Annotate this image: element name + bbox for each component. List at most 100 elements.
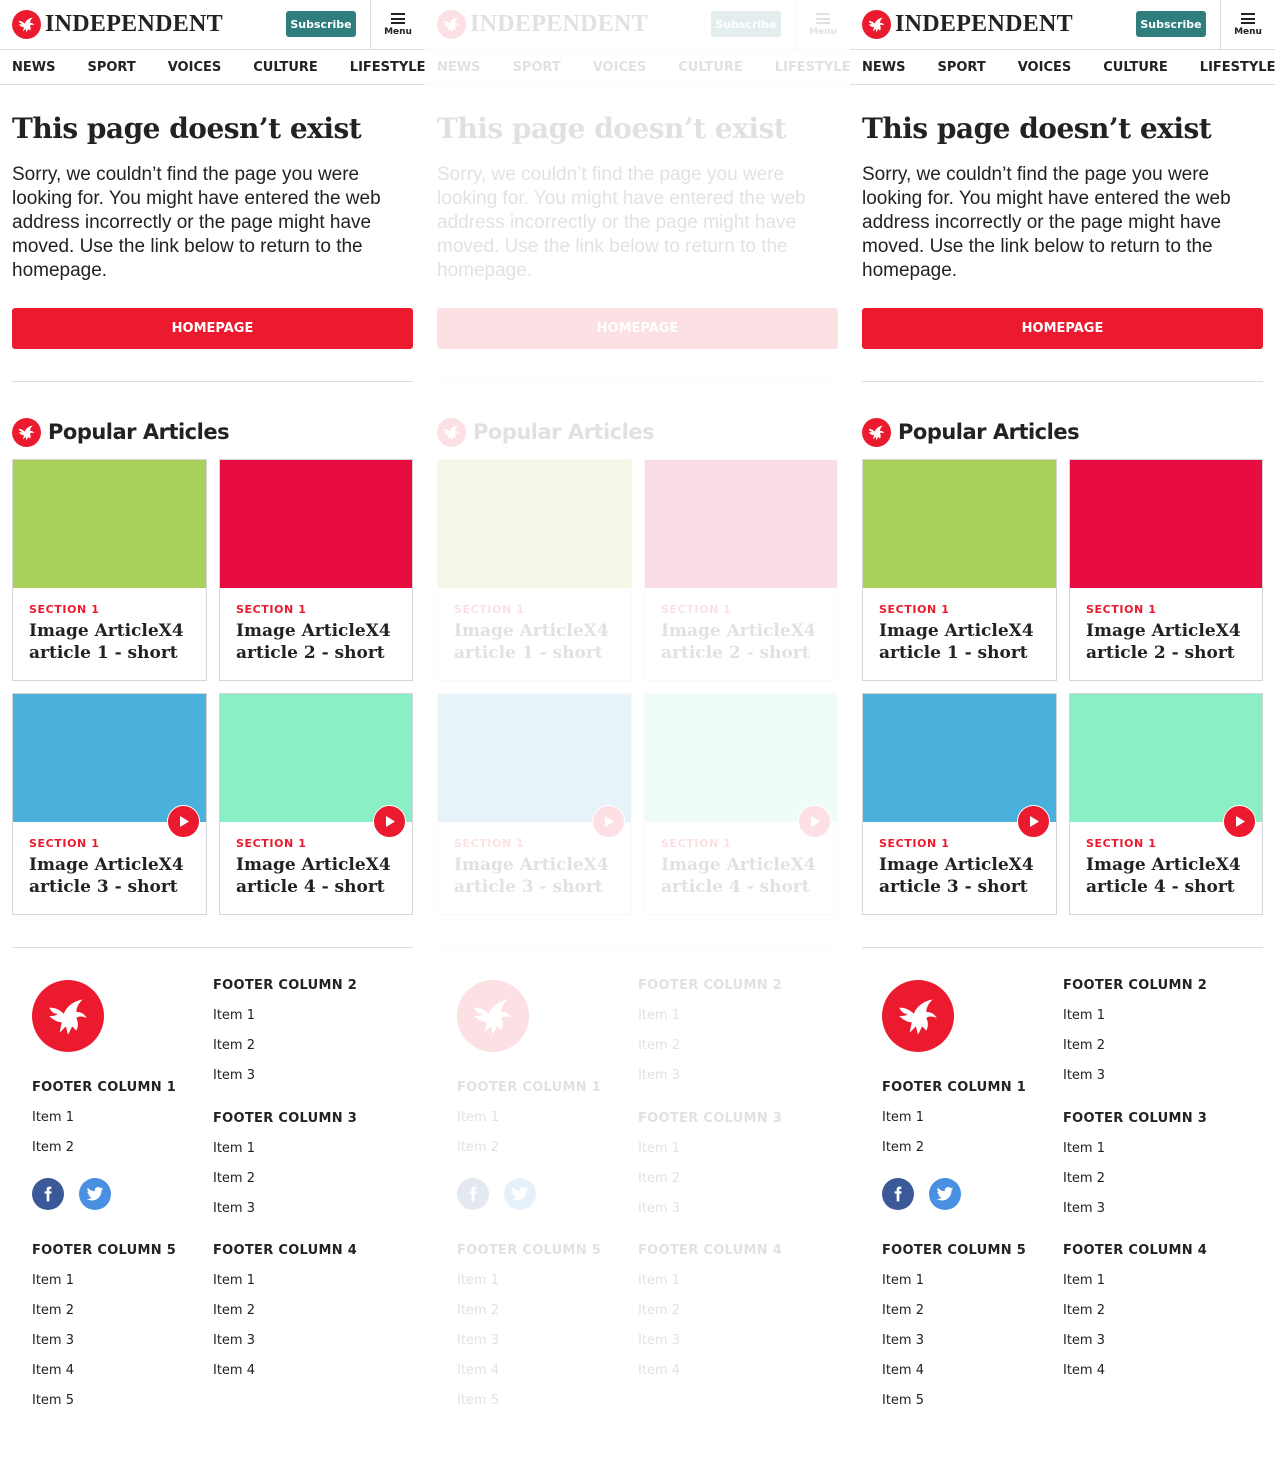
article-title[interactable]: Image ArticleX4 article 4 - short — [1086, 854, 1250, 898]
footer-link[interactable]: Item 2 — [1063, 1038, 1207, 1068]
nav-item-news[interactable]: NEWS — [437, 60, 480, 75]
play-icon[interactable] — [167, 805, 200, 838]
article-section[interactable]: SECTION 1 — [661, 603, 732, 616]
footer-link[interactable]: Item 5 — [32, 1393, 176, 1423]
article-section[interactable]: SECTION 1 — [1086, 837, 1157, 850]
menu-button[interactable]: Menu — [370, 0, 425, 50]
article-title[interactable]: Image ArticleX4 article 4 - short — [661, 854, 825, 898]
facebook-icon[interactable] — [32, 1178, 64, 1210]
footer-link[interactable]: Item 2 — [638, 1303, 782, 1333]
subscribe-button[interactable]: Subscribe — [711, 11, 781, 37]
footer-link[interactable]: Item 3 — [213, 1333, 357, 1363]
footer-link[interactable]: Item 2 — [1063, 1171, 1207, 1201]
footer-link[interactable]: Item 1 — [457, 1110, 601, 1140]
play-icon[interactable] — [373, 805, 406, 838]
footer-link[interactable]: Item 2 — [213, 1303, 357, 1333]
footer-link[interactable]: Item 1 — [213, 1008, 357, 1038]
site-logo[interactable]: INDEPENDENT — [12, 10, 223, 39]
footer-link[interactable]: Item 3 — [638, 1333, 782, 1363]
article-section[interactable]: SECTION 1 — [454, 603, 525, 616]
footer-eagle-logo-icon[interactable] — [457, 980, 529, 1052]
footer-link[interactable]: Item 1 — [638, 1141, 782, 1171]
article-card[interactable]: SECTION 1 Image ArticleX4 article 1 - sho… — [437, 459, 632, 681]
footer-link[interactable]: Item 4 — [1063, 1363, 1207, 1393]
subscribe-button[interactable]: Subscribe — [286, 11, 356, 37]
nav-item-culture[interactable]: CULTURE — [678, 60, 743, 75]
article-title[interactable]: Image ArticleX4 article 1 - short — [29, 620, 194, 664]
article-title[interactable]: Image ArticleX4 article 1 - short — [879, 620, 1044, 664]
footer-link[interactable]: Item 1 — [882, 1273, 1026, 1303]
play-icon[interactable] — [798, 805, 831, 838]
footer-link[interactable]: Item 3 — [638, 1068, 782, 1098]
article-image[interactable] — [438, 694, 631, 838]
nav-item-culture[interactable]: CULTURE — [253, 60, 318, 75]
footer-link[interactable]: Item 1 — [638, 1273, 782, 1303]
article-card[interactable]: SECTION 1 Image ArticleX4 article 2 - sho… — [219, 459, 413, 681]
article-section[interactable]: SECTION 1 — [29, 603, 100, 616]
article-card[interactable]: SECTION 1 Image ArticleX4 article 3 - sho… — [12, 693, 207, 915]
footer-link[interactable]: Item 1 — [32, 1273, 176, 1303]
footer-link[interactable]: Item 1 — [213, 1273, 357, 1303]
footer-link[interactable]: Item 3 — [32, 1333, 176, 1363]
article-image[interactable] — [220, 694, 412, 838]
footer-link[interactable]: Item 2 — [1063, 1303, 1207, 1333]
article-card[interactable]: SECTION 1 Image ArticleX4 article 2 - sho… — [1069, 459, 1263, 681]
nav-item-lifestyle[interactable]: LIFESTYLE — [1200, 60, 1275, 75]
article-section[interactable]: SECTION 1 — [236, 603, 307, 616]
article-title[interactable]: Image ArticleX4 article 3 - short — [454, 854, 619, 898]
nav-item-sport[interactable]: SPORT — [512, 60, 560, 75]
article-image[interactable] — [1070, 694, 1262, 838]
twitter-icon[interactable] — [79, 1178, 111, 1210]
footer-link[interactable]: Item 4 — [32, 1363, 176, 1393]
article-image[interactable] — [863, 460, 1056, 588]
site-logo[interactable]: INDEPENDENT — [862, 10, 1073, 39]
footer-link[interactable]: Item 2 — [457, 1303, 601, 1333]
article-card[interactable]: SECTION 1 Image ArticleX4 article 4 - sho… — [1069, 693, 1263, 915]
article-title[interactable]: Image ArticleX4 article 2 - short — [1086, 620, 1250, 664]
twitter-icon[interactable] — [929, 1178, 961, 1210]
article-section[interactable]: SECTION 1 — [454, 837, 525, 850]
article-image[interactable] — [863, 694, 1056, 838]
footer-link[interactable]: Item 2 — [638, 1038, 782, 1068]
article-section[interactable]: SECTION 1 — [29, 837, 100, 850]
article-card[interactable]: SECTION 1 Image ArticleX4 article 3 - sho… — [862, 693, 1057, 915]
article-title[interactable]: Image ArticleX4 article 2 - short — [236, 620, 400, 664]
footer-link[interactable]: Item 3 — [638, 1201, 782, 1231]
article-section[interactable]: SECTION 1 — [879, 603, 950, 616]
footer-link[interactable]: Item 3 — [1063, 1068, 1207, 1098]
footer-link[interactable]: Item 2 — [882, 1140, 1026, 1170]
footer-link[interactable]: Item 3 — [1063, 1201, 1207, 1231]
nav-item-voices[interactable]: VOICES — [168, 60, 222, 75]
footer-link[interactable]: Item 4 — [882, 1363, 1026, 1393]
homepage-button[interactable]: HOMEPAGE — [12, 308, 413, 349]
nav-item-news[interactable]: NEWS — [12, 60, 55, 75]
nav-item-lifestyle[interactable]: LIFESTYLE — [350, 60, 425, 75]
twitter-icon[interactable] — [504, 1178, 536, 1210]
facebook-icon[interactable] — [457, 1178, 489, 1210]
homepage-button[interactable]: HOMEPAGE — [862, 308, 1263, 349]
footer-link[interactable]: Item 1 — [32, 1110, 176, 1140]
article-image[interactable] — [1070, 460, 1262, 588]
footer-link[interactable]: Item 2 — [32, 1303, 176, 1333]
play-icon[interactable] — [1017, 805, 1050, 838]
article-title[interactable]: Image ArticleX4 article 2 - short — [661, 620, 825, 664]
footer-link[interactable]: Item 2 — [32, 1140, 176, 1170]
article-image[interactable] — [13, 694, 206, 838]
footer-link[interactable]: Item 2 — [213, 1171, 357, 1201]
play-icon[interactable] — [592, 805, 625, 838]
footer-link[interactable]: Item 3 — [457, 1333, 601, 1363]
menu-button[interactable]: Menu — [795, 0, 850, 50]
footer-link[interactable]: Item 2 — [457, 1140, 601, 1170]
article-section[interactable]: SECTION 1 — [879, 837, 950, 850]
footer-link[interactable]: Item 2 — [882, 1303, 1026, 1333]
footer-link[interactable]: Item 4 — [213, 1363, 357, 1393]
facebook-icon[interactable] — [882, 1178, 914, 1210]
footer-link[interactable]: Item 5 — [882, 1393, 1026, 1423]
nav-item-sport[interactable]: SPORT — [937, 60, 985, 75]
article-card[interactable]: SECTION 1 Image ArticleX4 article 3 - sho… — [437, 693, 632, 915]
article-section[interactable]: SECTION 1 — [236, 837, 307, 850]
article-image[interactable] — [220, 460, 412, 588]
article-card[interactable]: SECTION 1 Image ArticleX4 article 4 - sho… — [219, 693, 413, 915]
nav-item-news[interactable]: NEWS — [862, 60, 905, 75]
article-title[interactable]: Image ArticleX4 article 3 - short — [879, 854, 1044, 898]
